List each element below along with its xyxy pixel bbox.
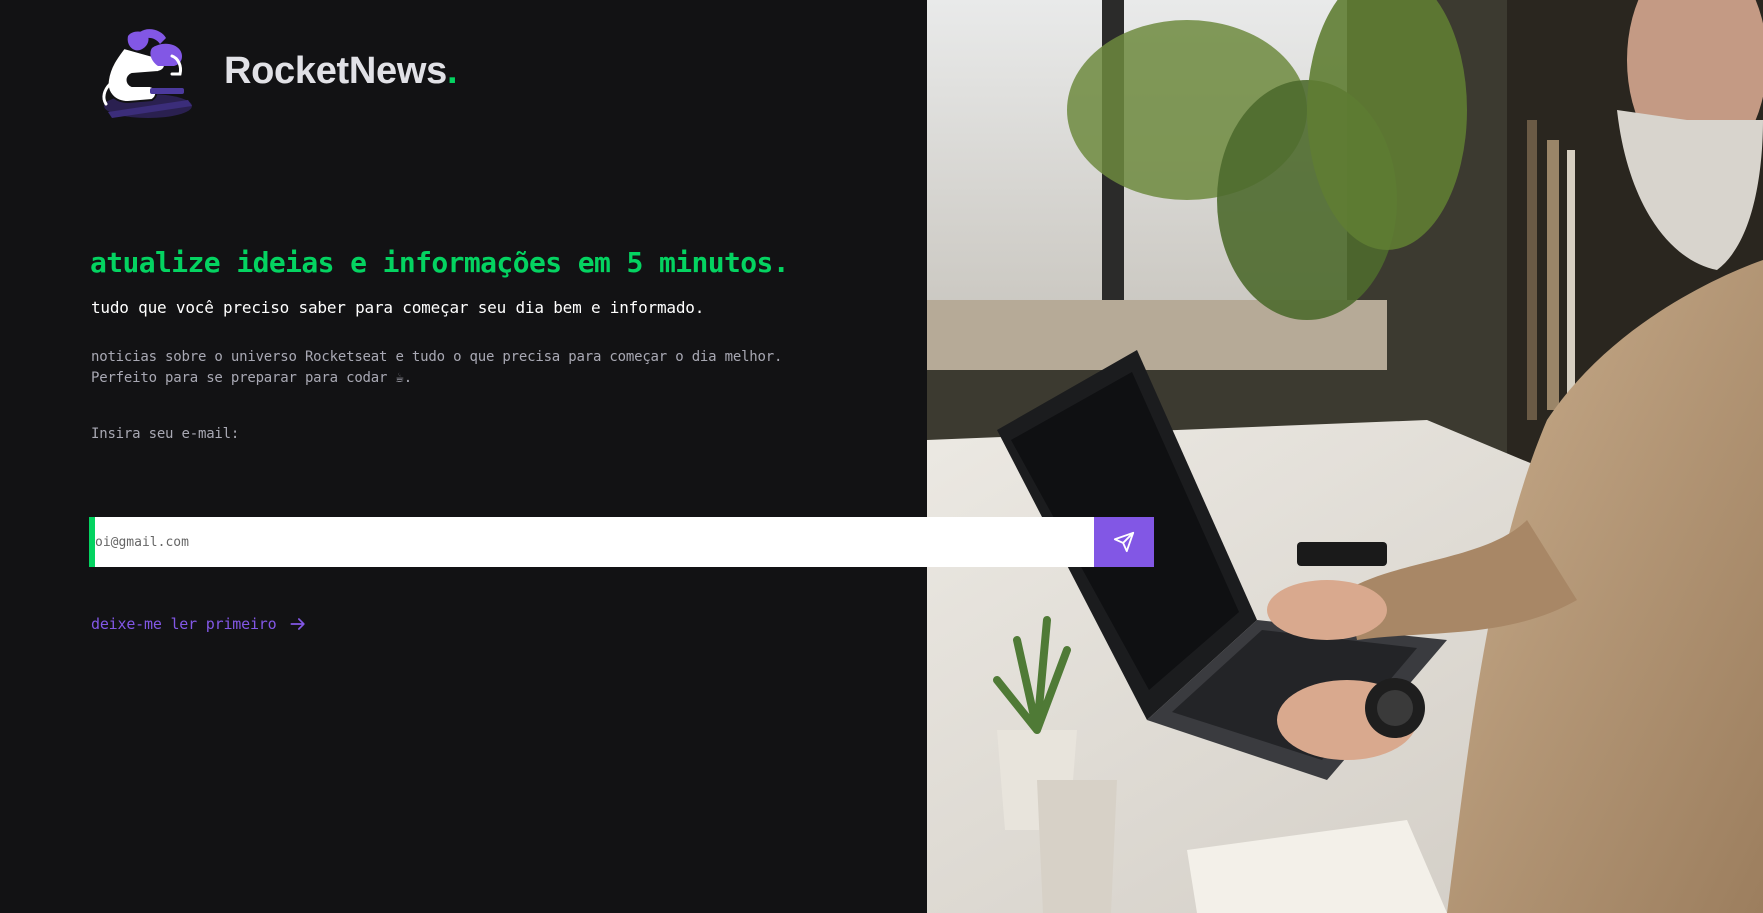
read-first-label: deixe-me ler primeiro bbox=[91, 615, 277, 633]
man-typing-on-laptop-photo bbox=[927, 0, 1763, 913]
read-first-link[interactable]: deixe-me ler primeiro bbox=[91, 614, 308, 634]
subheadline: tudo que você preciso saber para começar… bbox=[91, 298, 705, 317]
email-form bbox=[89, 517, 1154, 567]
send-icon bbox=[1113, 531, 1135, 553]
hero-photo bbox=[927, 0, 1763, 913]
developer-illustration-logo bbox=[102, 29, 192, 118]
email-label: Insira seu e-mail: bbox=[91, 426, 240, 442]
arrow-right-icon bbox=[290, 618, 306, 630]
send-button[interactable] bbox=[1094, 517, 1154, 567]
headline: atualize ideias e informações em 5 minut… bbox=[90, 246, 790, 279]
description-line-2: Perfeito para se preparar para codar ☕. bbox=[91, 370, 412, 386]
brand-name: RocketNews. bbox=[224, 50, 458, 92]
left-panel: RocketNews. atualize ideias e informaçõe… bbox=[0, 0, 927, 913]
email-input[interactable] bbox=[95, 517, 1094, 567]
description-line-1: noticias sobre o universo Rocketseat e t… bbox=[91, 349, 783, 365]
description: noticias sobre o universo Rocketseat e t… bbox=[91, 347, 782, 389]
